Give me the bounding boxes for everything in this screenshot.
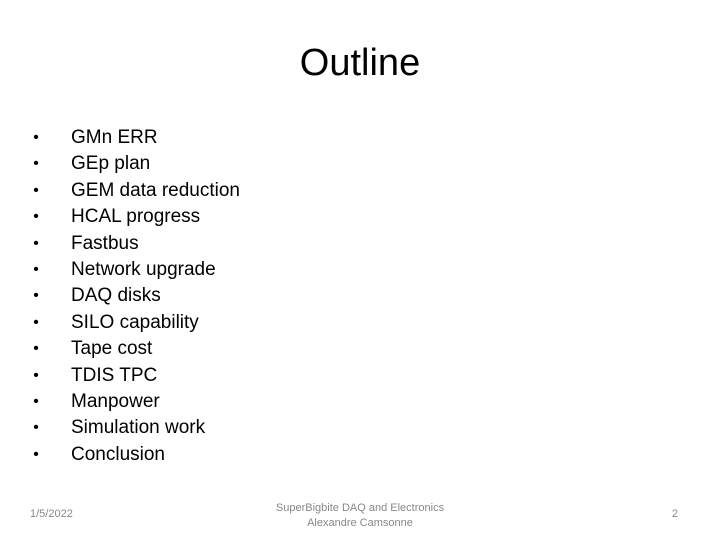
bullet-icon: • — [33, 181, 39, 199]
bullet-icon: • — [33, 445, 39, 463]
footer-title: SuperBigbite DAQ and Electronics Alexand… — [230, 501, 490, 531]
list-item-label: Tape cost — [71, 338, 153, 360]
list-item-label: TDIS TPC — [71, 364, 158, 386]
footer-title-line2: Alexandre Camsonne — [307, 517, 413, 529]
bullet-icon: • — [33, 340, 39, 358]
footer-title-line1: SuperBigbite DAQ and Electronics — [275, 502, 445, 514]
list-item-label: HCAL progress — [71, 206, 201, 228]
slide-number: 2 — [671, 508, 678, 520]
list-item-label: Conclusion — [71, 443, 165, 465]
list-item-label: Manpower — [71, 390, 160, 412]
list-item-label: Network upgrade — [71, 258, 216, 280]
list-item-label: Fastbus — [71, 232, 139, 254]
bullet-icon: • — [33, 234, 39, 252]
footer-date: 1/5/2022 — [30, 508, 73, 520]
list-item-label: Simulation work — [71, 417, 206, 439]
list-item-label: GEp plan — [71, 153, 151, 175]
bullet-icon: • — [33, 129, 39, 146]
bullet-icon: • — [33, 208, 39, 226]
list-item-label: SILO capability — [71, 311, 199, 333]
bullet-icon: • — [33, 313, 39, 331]
bullet-icon: • — [33, 419, 39, 437]
slide-title: Outline — [299, 42, 421, 84]
bullet-icon: • — [33, 392, 39, 410]
list-item-label: GMn ERR — [71, 127, 158, 148]
list-item-label: DAQ disks — [71, 285, 161, 307]
bullet-icon: • — [33, 287, 39, 305]
bullet-icon: • — [33, 366, 39, 384]
bullet-icon: • — [33, 260, 39, 278]
list-item-label: GEM data reduction — [71, 179, 240, 201]
bullet-icon: • — [33, 155, 39, 173]
